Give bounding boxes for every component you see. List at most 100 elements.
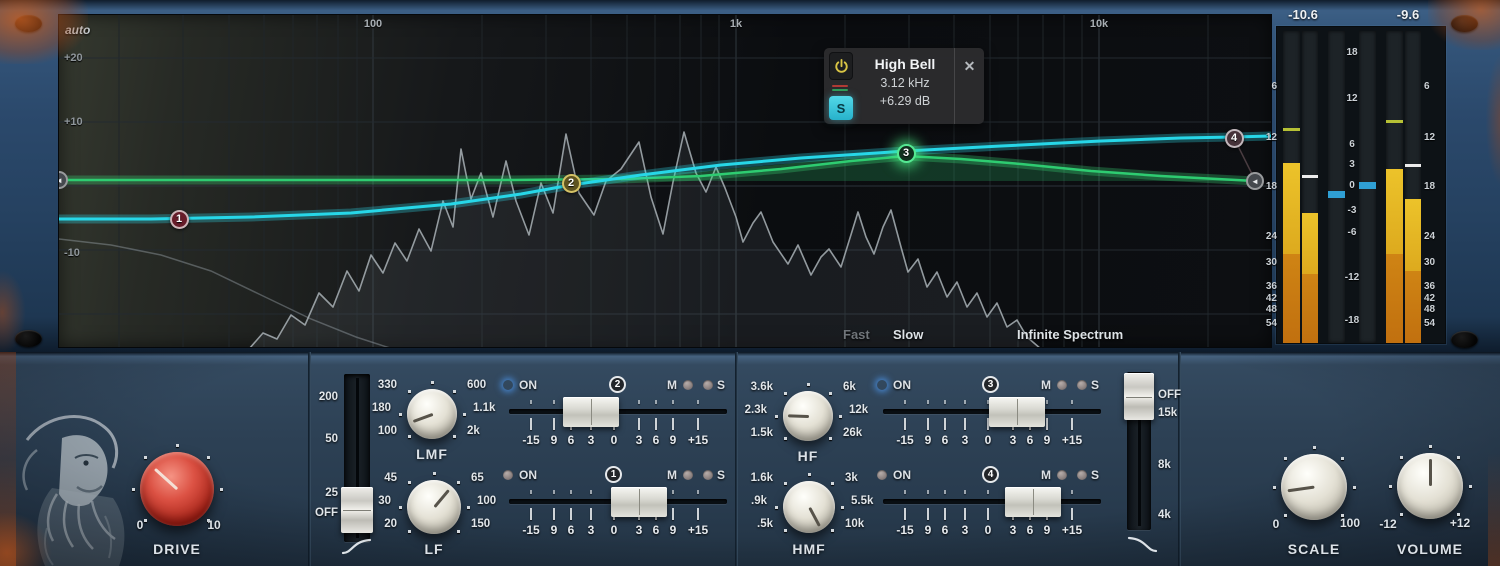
tick (927, 508, 929, 520)
meter-scale-number: 6 (1338, 139, 1366, 150)
drive-tick-dot (176, 444, 179, 447)
band-3-solo-label[interactable]: S (1091, 378, 1099, 392)
hf-knob[interactable] (783, 391, 833, 441)
tick (553, 418, 555, 430)
freq-axis-label: 1k (730, 18, 742, 30)
band-1-solo-label[interactable]: S (717, 468, 725, 482)
meter-scale-number: 42 (1249, 293, 1277, 304)
band-2-scale-label: 3 (588, 433, 595, 447)
band-3-mid-label[interactable]: M (1041, 378, 1051, 392)
band-1-mid-label[interactable]: M (667, 468, 677, 482)
band-2-gain-handle[interactable] (563, 397, 619, 427)
gain-reduction-tick (1328, 191, 1345, 198)
drive-knob[interactable] (140, 452, 214, 526)
eq-edge-node-right[interactable]: ◄ (1246, 172, 1264, 190)
tick (655, 400, 657, 404)
plugin-window: auto Fast Slow Infinite Spectrum (0, 0, 1500, 566)
scale-tick-dot (1341, 457, 1344, 460)
band-3-scale-label: 9 (925, 433, 932, 447)
hmf-freq-label: .9k (723, 495, 767, 507)
band-3-scale-label: +15 (1062, 433, 1082, 447)
lpf-scale-label: OFF (1158, 389, 1192, 401)
hpf-slider-handle[interactable] (341, 487, 373, 533)
tick (964, 508, 966, 520)
tooltip-close-button[interactable]: ✕ (954, 48, 984, 124)
meter-bar-orange (1283, 254, 1300, 343)
band-2-scale-label: 9 (670, 433, 677, 447)
band-4-solo-label[interactable]: S (1091, 468, 1099, 482)
tick (1046, 400, 1048, 404)
band-4-scale-label: 6 (942, 523, 949, 537)
auto-zoom-toggle[interactable]: auto (65, 23, 90, 37)
eq-node-3[interactable]: 3 (897, 144, 916, 163)
band-1-gain-handle[interactable] (611, 487, 667, 517)
tick (944, 490, 946, 494)
volume-label: VOLUME (1397, 541, 1463, 557)
tick (590, 508, 592, 520)
band-solo-button[interactable]: S (829, 96, 853, 120)
band-2-on-label[interactable]: ON (519, 378, 537, 392)
band-3-scale-label: 6 (1027, 433, 1034, 447)
volume-tick-dot (1400, 456, 1403, 459)
analyzer-speed-slow[interactable]: Slow (893, 327, 923, 342)
band-3-scale-label: 3 (1010, 433, 1017, 447)
tick (944, 400, 946, 404)
tick (1071, 508, 1073, 520)
band-3-gain-handle[interactable] (989, 397, 1045, 427)
band-1-on-label[interactable]: ON (519, 468, 537, 482)
lf-tick-dot (457, 481, 460, 484)
band-3-scale-label: 0 (985, 433, 992, 447)
band-4-mid-label[interactable]: M (1041, 468, 1051, 482)
drive-min-label: 0 (137, 518, 144, 532)
tick (1071, 400, 1073, 404)
hf-freq-label: 12k (849, 404, 893, 416)
band-gain-value[interactable]: +6.29 dB (856, 94, 954, 108)
hmf-tick-dot (831, 529, 834, 532)
analyzer-speed-fast[interactable]: Fast (843, 327, 870, 342)
eq-node-4[interactable]: 4 (1225, 129, 1244, 148)
tick (697, 508, 699, 520)
hf-tick-dot (807, 383, 810, 386)
db-axis-label: -10 (64, 247, 80, 259)
band-4-scale-label: 9 (1044, 523, 1051, 537)
lf-knob[interactable] (407, 480, 461, 534)
volume-tick-dot (1469, 485, 1472, 488)
tick (530, 508, 532, 520)
eq-node-1[interactable]: 1 (170, 210, 189, 229)
tick (904, 490, 906, 494)
screw (1451, 331, 1478, 348)
meter-peak-tick (1302, 175, 1318, 178)
eq-band-row-4: ON4MS-159630369+15 (869, 465, 1109, 537)
band-4-gain-handle[interactable] (1005, 487, 1061, 517)
lf-freq-label: 65 (471, 472, 515, 484)
band-frequency-value[interactable]: 3.12 kHz (856, 76, 954, 90)
hf-freq-label: 6k (843, 381, 887, 393)
screw (1451, 15, 1478, 32)
band-power-button[interactable] (829, 52, 853, 80)
band-2-mid-label[interactable]: M (667, 378, 677, 392)
lf-tick-dot (408, 530, 411, 533)
band-mini-indicators (829, 85, 856, 91)
hmf-tick-dot (841, 506, 844, 509)
hmf-tick-dot (808, 473, 811, 476)
analyzer-spectrum-mode[interactable]: Infinite Spectrum (1017, 327, 1123, 342)
band-4-scale-label: +15 (1062, 523, 1082, 537)
band-3-on-label[interactable]: ON (893, 378, 911, 392)
lpf-slider-handle[interactable] (1124, 373, 1154, 420)
tick (944, 508, 946, 520)
meter-scale-number: 48 (1249, 304, 1277, 315)
tick (672, 418, 674, 430)
rust-texture (1488, 452, 1500, 566)
volume-knob[interactable] (1397, 453, 1463, 519)
band-2-scale-label: 3 (636, 433, 643, 447)
eq-node-2[interactable]: 2 (562, 174, 581, 193)
tick (987, 508, 989, 520)
lmf-freq-label: 1.1k (473, 402, 517, 414)
tick (1046, 418, 1048, 430)
band-1-scale-label: 3 (636, 523, 643, 537)
lmf-knob[interactable] (407, 389, 457, 439)
band-2-solo-label[interactable]: S (717, 378, 725, 392)
scale-knob[interactable] (1281, 454, 1347, 520)
hmf-knob[interactable] (783, 481, 835, 533)
band-4-on-label[interactable]: ON (893, 468, 911, 482)
